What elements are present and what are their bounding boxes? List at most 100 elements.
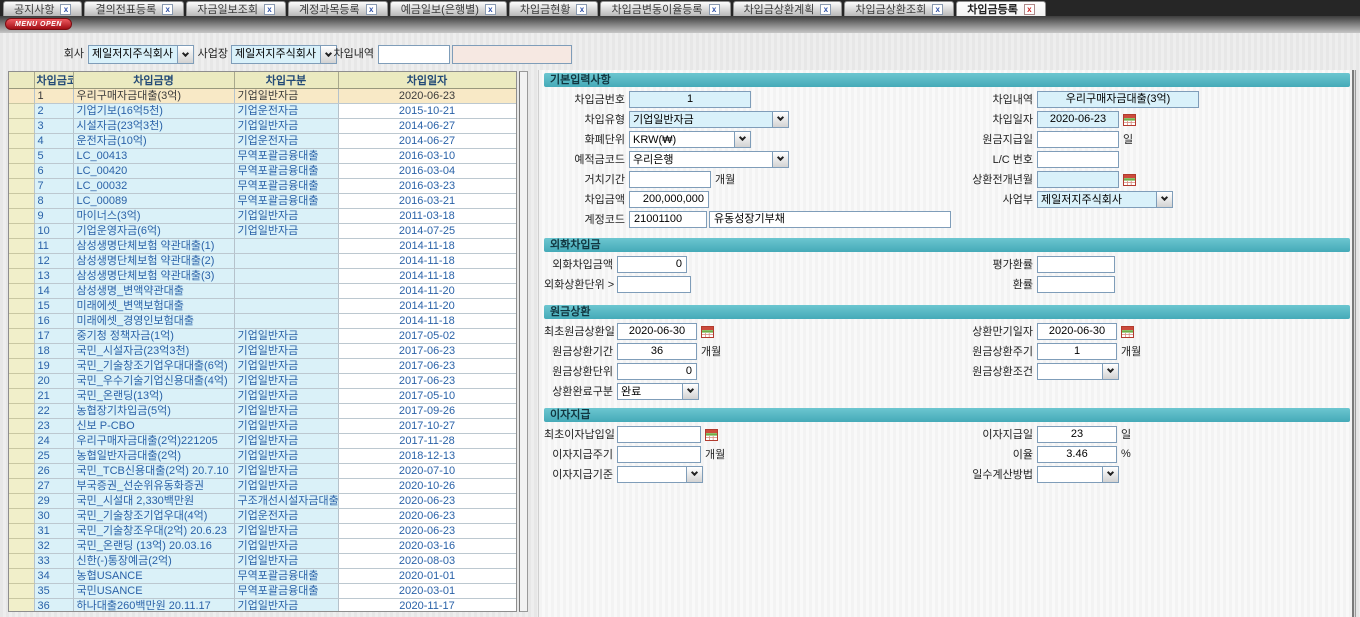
- row-selector[interactable]: [9, 509, 34, 524]
- tab-close-icon[interactable]: x: [1024, 4, 1035, 15]
- row-selector[interactable]: [9, 119, 34, 134]
- field-input[interactable]: 36: [617, 343, 697, 360]
- grid-row[interactable]: 1우리구매자금대출(3억)기업일반자금2020-06-23: [9, 89, 516, 104]
- row-selector[interactable]: [9, 179, 34, 194]
- tab-5[interactable]: 예금일보(은행별)x: [390, 1, 507, 16]
- row-selector[interactable]: [9, 359, 34, 374]
- calendar-icon[interactable]: [1123, 113, 1136, 126]
- chevron-down-icon[interactable]: [734, 132, 750, 147]
- row-selector[interactable]: [9, 224, 34, 239]
- panel-vertical-scrollbar[interactable]: [1352, 70, 1357, 617]
- row-selector[interactable]: [9, 149, 34, 164]
- row-selector[interactable]: [9, 299, 34, 314]
- chevron-down-icon[interactable]: [686, 467, 702, 482]
- grid-row[interactable]: 34농협USANCE무역포괄금융대출2020-01-01: [9, 569, 516, 584]
- field-select[interactable]: KRW(₩): [629, 131, 751, 148]
- tab-close-icon[interactable]: x: [932, 4, 943, 15]
- grid-row[interactable]: 23신보 P-CBO기업일반자금2017-10-27: [9, 419, 516, 434]
- tab-10[interactable]: 차입금등록x: [956, 1, 1046, 16]
- tab-close-icon[interactable]: x: [709, 4, 720, 15]
- field-select[interactable]: [1037, 363, 1119, 380]
- tab-close-icon[interactable]: x: [576, 4, 587, 15]
- row-selector[interactable]: [9, 89, 34, 104]
- field-input[interactable]: 2020-06-30: [617, 323, 697, 340]
- field-input[interactable]: 0: [617, 256, 687, 273]
- grid-row[interactable]: 24우리구매자금대출(2억)221205기업일반자금2017-11-28: [9, 434, 516, 449]
- tab-9[interactable]: 차입금상환조회x: [844, 1, 954, 16]
- row-selector[interactable]: [9, 314, 34, 329]
- field-select[interactable]: 제일저지주식회사: [1037, 191, 1173, 208]
- chevron-down-icon[interactable]: [772, 152, 788, 167]
- grid-row[interactable]: 6LC_00420무역포괄금융대출2016-03-04: [9, 164, 516, 179]
- field-input[interactable]: [1037, 276, 1115, 293]
- row-selector[interactable]: [9, 134, 34, 149]
- field-input[interactable]: 23: [1037, 426, 1117, 443]
- grid-row[interactable]: 19국민_기술창조기업우대대출(6억)기업일반자금2017-06-23: [9, 359, 516, 374]
- row-selector[interactable]: [9, 434, 34, 449]
- chevron-down-icon[interactable]: [1102, 364, 1118, 379]
- field-input[interactable]: 200,000,000: [629, 191, 709, 208]
- tab-close-icon[interactable]: x: [366, 4, 377, 15]
- row-selector[interactable]: [9, 329, 34, 344]
- grid-row[interactable]: 7LC_00032무역포괄금융대출2016-03-23: [9, 179, 516, 194]
- calendar-icon[interactable]: [1123, 173, 1136, 186]
- row-selector[interactable]: [9, 599, 34, 613]
- field-input[interactable]: [617, 276, 691, 293]
- grid-row[interactable]: 4운전자금(10억)기업운전자금2014-06-27: [9, 134, 516, 149]
- row-selector[interactable]: [9, 479, 34, 494]
- field-input[interactable]: 우리구매자금대출(3억): [1037, 91, 1199, 108]
- grid-row[interactable]: 17중기청 정책자금(1억)기업일반자금2017-05-02: [9, 329, 516, 344]
- row-selector[interactable]: [9, 209, 34, 224]
- grid-row[interactable]: 30국민_기술창조기업우대(4억)기업운전자금2020-06-23: [9, 509, 516, 524]
- tab-close-icon[interactable]: x: [485, 4, 496, 15]
- row-selector[interactable]: [9, 449, 34, 464]
- grid-row[interactable]: 14삼성생명_변액약관대출2014-11-20: [9, 284, 516, 299]
- row-selector[interactable]: [9, 464, 34, 479]
- tab-3[interactable]: 자금일보조회x: [186, 1, 286, 16]
- calendar-icon[interactable]: [705, 428, 718, 441]
- tab-close-icon[interactable]: x: [820, 4, 831, 15]
- field-select[interactable]: [617, 466, 703, 483]
- tab-6[interactable]: 차입금현황x: [509, 1, 599, 16]
- grid-row[interactable]: 2기업기보(16억5천)기업운전자금2015-10-21: [9, 104, 516, 119]
- row-selector[interactable]: [9, 524, 34, 539]
- field-input-secondary[interactable]: 유동성장기부채: [709, 211, 951, 228]
- field-input[interactable]: [1037, 256, 1115, 273]
- grid-row[interactable]: 29국민_시설대 2,330백만원구조개선시설자금대출2020-06-23: [9, 494, 516, 509]
- field-input[interactable]: 2020-06-30: [1037, 323, 1117, 340]
- row-selector[interactable]: [9, 239, 34, 254]
- row-selector[interactable]: [9, 104, 34, 119]
- site-select[interactable]: 제일저지주식회사: [231, 45, 337, 64]
- field-input[interactable]: 1: [1037, 343, 1117, 360]
- grid-row[interactable]: 5LC_00413무역포괄금융대출2016-03-10: [9, 149, 516, 164]
- chevron-down-icon[interactable]: [682, 384, 698, 399]
- field-input[interactable]: 2020-06-23: [1037, 111, 1119, 128]
- grid-row[interactable]: 15미래에셋_변액보험대출2014-11-20: [9, 299, 516, 314]
- grid-row[interactable]: 9마이너스(3억)기업일반자금2011-03-18: [9, 209, 516, 224]
- row-selector[interactable]: [9, 164, 34, 179]
- tab-1[interactable]: 공지사항x: [3, 1, 82, 16]
- row-selector[interactable]: [9, 404, 34, 419]
- tab-7[interactable]: 차입금변동이율등록x: [600, 1, 730, 16]
- grid-row[interactable]: 26국민_TCB신용대출(2억) 20.7.10기업일반자금2020-07-10: [9, 464, 516, 479]
- chevron-down-icon[interactable]: [772, 112, 788, 127]
- company-select[interactable]: 제일저지주식회사: [88, 45, 194, 64]
- field-select[interactable]: [1037, 466, 1119, 483]
- chevron-down-icon[interactable]: [1102, 467, 1118, 482]
- field-select[interactable]: 기업일반자금: [629, 111, 789, 128]
- row-selector[interactable]: [9, 389, 34, 404]
- field-input[interactable]: [617, 426, 701, 443]
- loan-desc-input[interactable]: [378, 45, 450, 64]
- calendar-icon[interactable]: [701, 325, 714, 338]
- row-selector[interactable]: [9, 194, 34, 209]
- tab-close-icon[interactable]: x: [60, 4, 71, 15]
- row-selector[interactable]: [9, 539, 34, 554]
- tab-8[interactable]: 차입금상환계획x: [733, 1, 843, 16]
- row-selector[interactable]: [9, 494, 34, 509]
- row-selector[interactable]: [9, 284, 34, 299]
- field-input[interactable]: [1037, 131, 1119, 148]
- calendar-icon[interactable]: [1121, 325, 1134, 338]
- grid-row[interactable]: 27부국증권_선순위유동화증권기업일반자금2020-10-26: [9, 479, 516, 494]
- grid-row[interactable]: 35국민USANCE무역포괄금융대출2020-03-01: [9, 584, 516, 599]
- row-selector[interactable]: [9, 584, 34, 599]
